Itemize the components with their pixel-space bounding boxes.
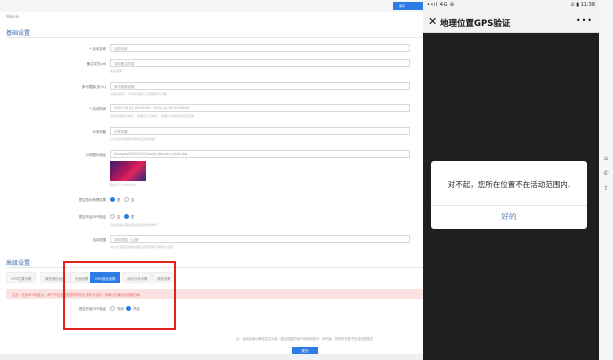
field-label: 是否开启GPS验证 bbox=[78, 215, 106, 219]
radio-label: 是 bbox=[131, 215, 135, 219]
screenshot-root: 保存 Weixin 基础设置 * 活动名称 活动名称 备注文件(id) 活动备注… bbox=[0, 0, 613, 360]
share-icon[interactable]: ⇪ bbox=[602, 185, 610, 193]
field-label: 分享图片地址 bbox=[85, 153, 106, 157]
top-toolbar bbox=[0, 0, 423, 12]
wechat-nav-bar: ✕ 地理位置GPS验证 ••• bbox=[423, 12, 599, 33]
share-image-preview[interactable] bbox=[110, 161, 146, 181]
remark-input[interactable]: 活动备注内容 bbox=[110, 59, 410, 67]
signal-indicators: ••ıl 4G ⊛ bbox=[427, 2, 455, 8]
field-label: 分享标题 bbox=[92, 130, 106, 134]
field-label: 参与限制(天/人) bbox=[81, 85, 106, 89]
right-side-toolbar: ⌂ ✆ ⇪ bbox=[599, 0, 613, 360]
section-divider bbox=[6, 37, 423, 38]
gps-verify-yes-radio[interactable] bbox=[124, 214, 129, 219]
field-label: 活动范围 bbox=[92, 238, 106, 242]
footer-note: 注：活动位置以微信定位为准，超出范围的用户将收到提示：对不起，您所在位置不在活动… bbox=[236, 337, 374, 341]
section-advanced-title: 高级设置 bbox=[6, 260, 31, 267]
phone-icon[interactable]: ✆ bbox=[602, 170, 610, 178]
activity-range-input[interactable]: 活动范围（公里） bbox=[110, 235, 410, 243]
field-hint: 建议尺寸 500*400 bbox=[110, 183, 136, 187]
share-title-input[interactable]: 分享标题 bbox=[110, 127, 410, 135]
field-label: 是否显示地理位置 bbox=[78, 198, 106, 202]
radio-label: 是 bbox=[117, 198, 121, 202]
phone-preview: ••ıl 4G ⊛ ⊙ ▮ 11:38 ✕ 地理位置GPS验证 ••• 对不起，… bbox=[423, 0, 599, 360]
field-hint: 活动开始后可参与，结束后不可参与，请确认活动时间设置正确 bbox=[110, 114, 195, 118]
show-location-no-radio[interactable] bbox=[124, 197, 129, 202]
dialog-message: 对不起，您所在位置不在活动范围内. bbox=[447, 180, 571, 189]
radio-label: 否 bbox=[117, 215, 121, 219]
field-label: 备注文件(id) bbox=[86, 62, 106, 66]
close-icon[interactable]: ✕ bbox=[428, 15, 437, 29]
field-hint: 开启后用户需在活动范围内才能参与 bbox=[110, 223, 159, 227]
show-location-yes-radio[interactable] bbox=[110, 197, 115, 202]
field-label: * 活动时间 bbox=[89, 107, 106, 111]
dialog-divider bbox=[431, 205, 587, 206]
page-bottom-band bbox=[0, 354, 423, 360]
dialog-ok-button[interactable]: 好的 bbox=[431, 211, 587, 222]
admin-settings-page: 保存 Weixin 基础设置 * 活动名称 活动名称 备注文件(id) 活动备注… bbox=[0, 0, 423, 360]
tab-gps-location[interactable]: GPS位置设置 bbox=[6, 272, 37, 283]
limit-input[interactable]: 参与限制说明 bbox=[110, 82, 410, 90]
activity-name-input[interactable]: 活动名称 bbox=[110, 44, 410, 52]
alert-dialog: 对不起，您所在位置不在活动范围内. 好的 bbox=[431, 161, 587, 229]
home-icon[interactable]: ⌂ bbox=[602, 155, 610, 163]
field-label: * 活动名称 bbox=[89, 47, 106, 51]
clock-and-battery: ⊙ ▮ 11:38 bbox=[570, 2, 595, 8]
activity-time-range-input[interactable]: 2020-10-21 00:00:00 - 2021-12-30 00:00:0… bbox=[110, 104, 410, 112]
gps-verify-no-radio[interactable] bbox=[110, 214, 115, 219]
field-hint: 分享给好友或朋友圈时显示的标题 bbox=[110, 137, 156, 141]
page-breadcrumb: Weixin bbox=[6, 14, 20, 19]
highlight-box bbox=[63, 261, 176, 330]
page-title: 地理位置GPS验证 bbox=[440, 19, 511, 29]
field-hint: 请填写数字，不填写则默认不限制参与次数 bbox=[110, 92, 168, 96]
save-button[interactable]: 保存 bbox=[393, 2, 423, 10]
share-image-url-input[interactable]: /images/20201021/share_banner_cover.jpg bbox=[110, 150, 410, 158]
field-hint: 用户位置距活动地点超过此范围时不能参与活动 bbox=[110, 245, 174, 249]
phone-status-bar: ••ıl 4G ⊛ ⊙ ▮ 11:38 bbox=[423, 0, 599, 12]
radio-label: 否 bbox=[131, 198, 135, 202]
field-hint: 备注说明 bbox=[110, 69, 123, 73]
more-icon[interactable]: ••• bbox=[576, 16, 593, 25]
section-basic-title: 基础设置 bbox=[6, 30, 31, 37]
